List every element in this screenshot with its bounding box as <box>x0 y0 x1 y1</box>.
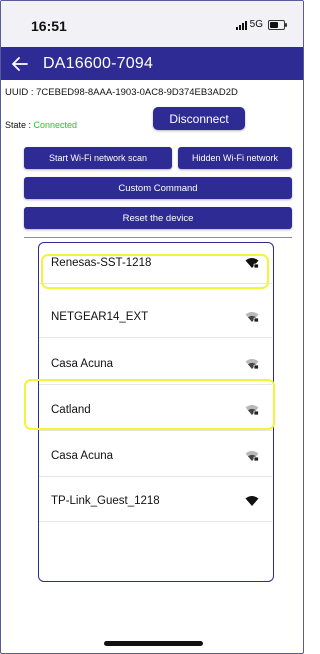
uuid-row: UUID : 7CEBED98-8AAA-1903-0AC8-9D374EB3A… <box>5 87 238 98</box>
uuid-value: 7CEBED98-8AAA-1903-0AC8-9D374EB3AD2D <box>36 87 238 98</box>
wifi-icon <box>245 496 259 506</box>
start-scan-button[interactable]: Start Wi-Fi network scan <box>24 147 172 169</box>
selection-highlight <box>41 254 269 289</box>
state-row: State : Connected <box>5 120 77 130</box>
state-value: Connected <box>33 120 78 130</box>
battery-icon <box>268 19 287 30</box>
network-ssid: Casa Acuna <box>51 450 114 462</box>
divider <box>24 237 292 238</box>
state-label: State : <box>5 120 32 130</box>
network-ssid: Casa Acuna <box>51 358 114 370</box>
cellular-signal-icon <box>235 20 247 30</box>
network-ssid: NETGEAR14_EXT <box>51 311 149 323</box>
selection-highlight <box>24 379 275 430</box>
disconnect-button[interactable]: Disconnect <box>153 107 245 130</box>
network-type: 5G <box>249 19 263 30</box>
home-indicator <box>104 641 203 646</box>
status-indicators: 5G <box>235 19 287 30</box>
wifi-lock-icon <box>245 451 259 462</box>
status-time: 16:51 <box>31 18 67 34</box>
page-title: DA16600-7094 <box>43 54 154 72</box>
phone-screen: 16:51 5G DA16600-7094 UUID : 7CEBED98-8A… <box>0 0 304 654</box>
network-ssid: TP-Link_Guest_1218 <box>51 495 160 507</box>
wifi-lock-icon <box>245 359 259 370</box>
network-item[interactable]: TP-Link_Guest_1218 <box>39 481 272 522</box>
reset-device-button[interactable]: Reset the device <box>24 207 292 229</box>
hidden-network-button[interactable]: Hidden Wi-Fi network <box>178 147 292 169</box>
network-item[interactable]: Casa Acuna <box>39 436 272 477</box>
network-item[interactable]: NETGEAR14_EXT <box>39 297 272 338</box>
app-bar: DA16600-7094 <box>1 47 303 80</box>
arrow-left-icon[interactable] <box>9 53 31 75</box>
uuid-label: UUID : <box>5 87 34 98</box>
status-bar: 16:51 5G <box>1 1 303 47</box>
wifi-lock-icon <box>245 312 259 323</box>
custom-command-button[interactable]: Custom Command <box>24 177 292 199</box>
